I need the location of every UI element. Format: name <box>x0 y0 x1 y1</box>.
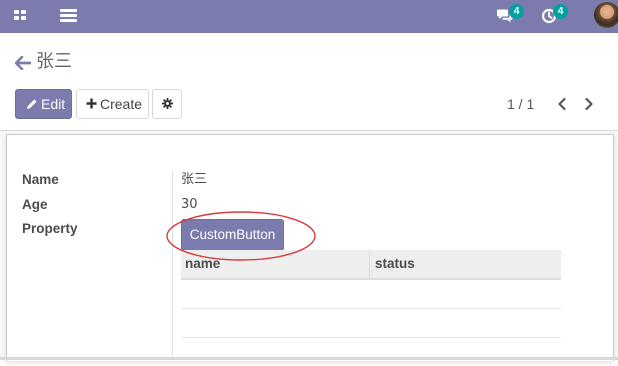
edit-button[interactable]: Edit <box>15 89 72 119</box>
messages-count-badge: 4 <box>509 4 524 19</box>
column-header-name[interactable]: name <box>181 250 370 278</box>
user-avatar[interactable] <box>594 2 618 28</box>
pager-value[interactable]: 1 / 1 <box>507 95 534 113</box>
pencil-icon <box>27 99 37 109</box>
field-label-name: Name <box>22 172 59 187</box>
field-label-age: Age <box>22 197 48 212</box>
edit-button-label: Edit <box>41 96 66 112</box>
field-divider <box>172 170 173 360</box>
apps-grid-icon[interactable] <box>14 10 28 22</box>
breadcrumb-title: 张三 <box>36 51 72 72</box>
field-value-age: 30 <box>181 197 198 212</box>
table-row[interactable] <box>181 309 561 338</box>
top-navbar: 4 4 <box>0 0 618 33</box>
create-button[interactable]: Create <box>76 89 149 119</box>
grid-header: name status <box>181 250 561 280</box>
plus-icon <box>86 98 97 109</box>
table-row[interactable] <box>181 280 561 309</box>
chevron-right-icon[interactable] <box>583 96 595 112</box>
settings-button[interactable] <box>152 89 182 119</box>
arrow-left-icon[interactable] <box>14 55 32 71</box>
field-value-name: 张三 <box>181 172 208 187</box>
gear-icon <box>162 98 173 109</box>
field-label-property: Property <box>22 221 78 236</box>
chevron-left-icon[interactable] <box>556 96 568 112</box>
custom-button[interactable]: CustomButton <box>181 219 284 251</box>
column-header-status[interactable]: status <box>371 250 561 278</box>
hamburger-menu-icon[interactable] <box>60 9 77 23</box>
table-row[interactable] <box>181 338 561 366</box>
create-button-label: Create <box>100 96 143 112</box>
property-grid: name status <box>181 250 561 366</box>
activities-count-badge: 4 <box>553 4 568 19</box>
